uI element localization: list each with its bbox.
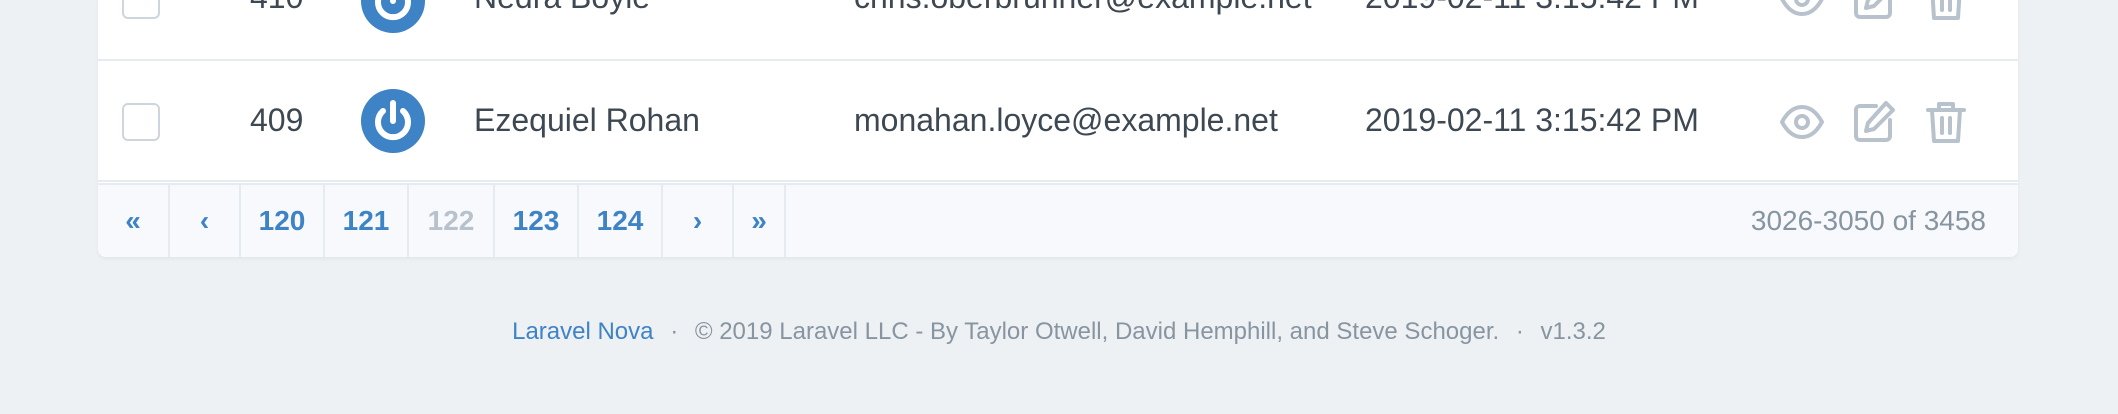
- first-page-button[interactable]: «: [98, 185, 170, 257]
- page-button-120[interactable]: 120: [241, 185, 325, 257]
- trash-icon[interactable]: [1922, 98, 1970, 146]
- row-email: monahan.loyce@example.net: [854, 102, 1278, 138]
- page-button-123[interactable]: 123: [495, 185, 579, 257]
- row-name: Ezequiel Rohan: [474, 102, 700, 138]
- row-checkbox[interactable]: [122, 0, 160, 19]
- row-created-at: 2019-02-11 3:15:42 PM: [1365, 0, 1699, 16]
- edit-icon[interactable]: [1850, 98, 1898, 146]
- current-page-122: 122: [409, 185, 495, 257]
- row-id: 410: [250, 0, 303, 16]
- footer-separator: ·: [1515, 318, 1524, 345]
- eye-icon[interactable]: [1778, 98, 1826, 146]
- footer-separator: ·: [670, 318, 679, 345]
- user-avatar-icon: [361, 89, 425, 153]
- table-row[interactable]: 410 Nedra Boyle chris.oberbrunner@exampl…: [98, 0, 2018, 61]
- page-button-121[interactable]: 121: [325, 185, 409, 257]
- pagination-bar: « ‹ 120 121 122 123 124 › » 3026-3050 of…: [98, 183, 2018, 257]
- user-avatar-icon: [361, 0, 425, 33]
- footer: Laravel Nova · © 2019 Laravel LLC - By T…: [0, 318, 2118, 346]
- next-page-button[interactable]: ›: [663, 185, 734, 257]
- table-row[interactable]: 409 Ezequiel Rohan monahan.loyce@example…: [98, 62, 2018, 182]
- footer-copyright: © 2019 Laravel LLC - By Taylor Otwell, D…: [694, 318, 1500, 345]
- eye-icon[interactable]: [1778, 0, 1826, 23]
- edit-icon[interactable]: [1850, 0, 1898, 23]
- page-button-124[interactable]: 124: [579, 185, 663, 257]
- footer-brand-link[interactable]: Laravel Nova: [512, 318, 653, 345]
- trash-icon[interactable]: [1922, 0, 1970, 23]
- footer-version: v1.3.2: [1540, 318, 1606, 345]
- row-created-at: 2019-02-11 3:15:42 PM: [1365, 102, 1699, 138]
- row-id: 409: [250, 102, 304, 138]
- row-checkbox[interactable]: [122, 103, 160, 141]
- pagination-status: 3026-3050 of 3458: [1750, 205, 1986, 236]
- row-email: chris.oberbrunner@example.net: [854, 0, 1312, 16]
- prev-page-button[interactable]: ‹: [170, 185, 241, 257]
- last-page-button[interactable]: »: [734, 185, 786, 257]
- row-name: Nedra Boyle: [474, 0, 650, 16]
- resource-table-card: 410 Nedra Boyle chris.oberbrunner@exampl…: [98, 0, 2018, 257]
